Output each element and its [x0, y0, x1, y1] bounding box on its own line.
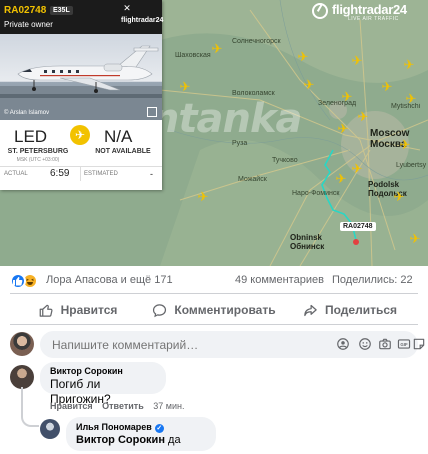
- comments-count-link[interactable]: 49 комментариев: [235, 274, 324, 286]
- reactors-link[interactable]: Лора Апасова и ещё 171: [46, 274, 173, 286]
- plane-icon[interactable]: ✈: [398, 138, 412, 152]
- flight-times: ACTUAL 6:59 ESTIMATED -: [0, 166, 162, 181]
- actual-label: ACTUAL: [4, 171, 28, 177]
- aircraft-type-badge: E35L: [50, 6, 73, 15]
- plane-icon[interactable]: ✈: [408, 232, 422, 246]
- map-label: Можайск: [238, 176, 267, 183]
- comment-like-link[interactable]: Нравится: [50, 401, 93, 411]
- map-city-obninsk: Obninsk Обнинск: [290, 233, 325, 251]
- business-jet-image: [0, 45, 162, 120]
- flight-info-panel: RA02748 E35L Private owner ✕ flightradar…: [0, 0, 164, 190]
- comment-author[interactable]: Виктор Сорокин: [50, 366, 156, 377]
- plane-icon[interactable]: ✈: [210, 42, 224, 56]
- reply: Илья Пономарев ✓ Виктор Сорокин да: [40, 417, 418, 453]
- actual-time: 6:59: [50, 168, 70, 179]
- origin-timezone: MSK (UTC +03:00): [16, 157, 60, 163]
- aircraft-photo[interactable]: © Arslan Islamov: [0, 34, 162, 120]
- comment-icon: [153, 303, 167, 317]
- flightradar24-logo: flightradar24 LIVE AIR TRAFFIC: [312, 2, 416, 24]
- selected-flight-label[interactable]: RA02748: [340, 222, 376, 231]
- plane-icon[interactable]: ✈: [302, 78, 316, 92]
- plane-icon[interactable]: ✈: [380, 80, 394, 94]
- verified-icon: ✓: [154, 424, 164, 433]
- plane-icon[interactable]: ✈: [340, 90, 354, 104]
- sticker-icon[interactable]: [412, 337, 426, 351]
- share-button[interactable]: Поделиться: [282, 298, 418, 322]
- reply-author-row: Илья Пономарев ✓: [76, 421, 206, 433]
- comment-timestamp[interactable]: 37 мин.: [153, 401, 184, 411]
- expand-icon[interactable]: [147, 107, 157, 117]
- close-icon[interactable]: ✕: [122, 3, 132, 13]
- emoji-icon[interactable]: [358, 337, 372, 351]
- mention-link[interactable]: Виктор Сорокин: [76, 434, 165, 446]
- plane-icon[interactable]: ✈: [404, 92, 418, 106]
- comment: Виктор Сорокин Погиб ли Пригожин? Нравит…: [10, 362, 418, 414]
- reply-text: да: [168, 434, 181, 446]
- aircraft-owner: Private owner: [4, 20, 53, 29]
- radar-icon: [312, 3, 328, 19]
- comment-reply-link[interactable]: Ответить: [102, 401, 144, 411]
- comment-composer: GIF: [10, 330, 425, 360]
- svg-text:GIF: GIF: [400, 342, 408, 347]
- reply-content: Виктор Сорокин да: [76, 433, 206, 448]
- estimated-time: -: [150, 169, 153, 179]
- map-label: Тучково: [272, 157, 298, 164]
- plane-icon[interactable]: ✈: [392, 190, 406, 204]
- comment-input[interactable]: [52, 338, 292, 352]
- post-image[interactable]: Солнечногорск Шаховская Волоколамск Зеле…: [0, 0, 428, 266]
- reaction-icons[interactable]: [10, 273, 42, 289]
- gif-icon[interactable]: GIF: [397, 337, 411, 351]
- map-label: Наро-Фоминск: [292, 190, 340, 197]
- reply-bubble: Илья Пономарев ✓ Виктор Сорокин да: [66, 417, 216, 451]
- estimated-label: ESTIMATED: [84, 171, 118, 177]
- plane-icon[interactable]: ✈: [296, 50, 310, 64]
- comment-actions: Нравится Ответить 37 мин.: [50, 401, 191, 411]
- flight-route: LED ST. PETERSBURG MSK (UTC +03:00) ✈ N/…: [0, 120, 162, 166]
- plane-icon[interactable]: ✈: [350, 54, 364, 68]
- reactions-summary: Лора Апасова и ещё 171 49 комментариев П…: [10, 266, 418, 294]
- plane-icon[interactable]: ✈: [196, 190, 210, 204]
- reply-author[interactable]: Илья Пономарев: [76, 422, 152, 432]
- avatar[interactable]: [10, 365, 34, 389]
- comment-button-label: Комментировать: [174, 303, 276, 317]
- share-button-label: Поделиться: [324, 303, 398, 317]
- origin-city: ST. PETERSBURG: [7, 148, 69, 155]
- callsign: RA02748: [4, 5, 47, 16]
- panel-brand: flightradar24: [121, 17, 164, 24]
- plane-icon[interactable]: ✈: [334, 172, 348, 186]
- like-icon[interactable]: [10, 273, 26, 289]
- destination-name: NOT AVAILABLE: [95, 148, 151, 155]
- plane-icon[interactable]: ✈: [350, 162, 364, 176]
- plane-icon[interactable]: ✈: [336, 122, 350, 136]
- avatar-sticker-icon[interactable]: [336, 337, 350, 351]
- shares-count-link[interactable]: Поделились: 22: [332, 274, 413, 286]
- map-label: Солнечногорск: [232, 38, 281, 45]
- map-label: Lyubertsy: [396, 162, 427, 169]
- origin-code: LED: [14, 127, 48, 146]
- like-button-label: Нравится: [60, 303, 118, 317]
- plane-icon[interactable]: ✈: [356, 110, 370, 124]
- destination-code: N/A: [104, 127, 133, 146]
- comment-bubble: Виктор Сорокин Погиб ли Пригожин?: [40, 362, 166, 406]
- map-label: Шаховская: [175, 52, 211, 59]
- post-actions: Нравится Комментировать Поделиться: [10, 295, 418, 325]
- thumbs-up-icon: [39, 304, 53, 317]
- plane-icon[interactable]: ✈: [402, 58, 416, 72]
- divider: [80, 167, 81, 181]
- avatar[interactable]: [10, 332, 34, 356]
- comment-button[interactable]: Комментировать: [146, 298, 282, 322]
- camera-icon[interactable]: [378, 337, 392, 351]
- airplane-icon: ✈: [70, 125, 90, 145]
- comment-input-box[interactable]: GIF: [40, 331, 425, 358]
- reply-thread-line: [21, 387, 39, 427]
- plane-icon[interactable]: ✈: [178, 80, 192, 94]
- photo-credit: © Arslan Islamov: [4, 110, 50, 116]
- avatar[interactable]: [40, 419, 60, 439]
- flight-panel-header: RA02748 E35L Private owner ✕ flightradar…: [0, 0, 164, 34]
- share-icon: [304, 304, 317, 316]
- like-button[interactable]: Нравится: [10, 298, 146, 322]
